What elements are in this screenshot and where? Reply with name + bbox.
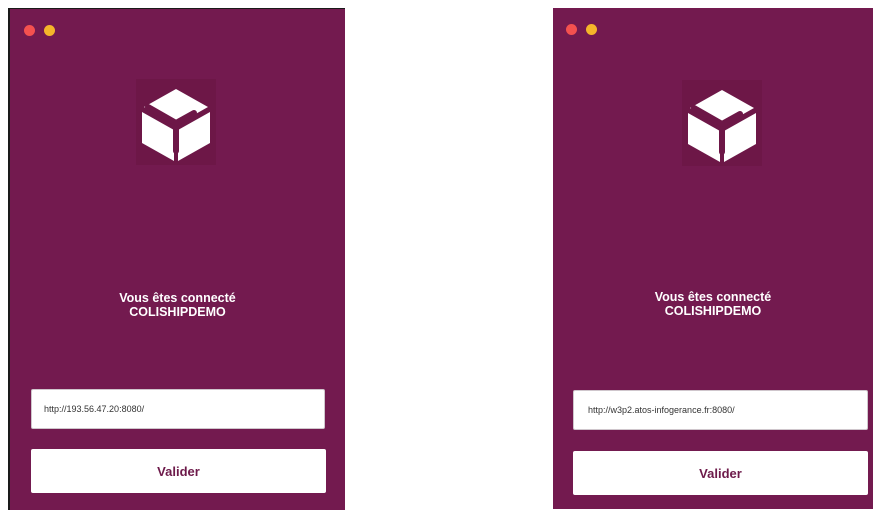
close-window-button[interactable] bbox=[24, 25, 35, 36]
minimize-window-button[interactable] bbox=[586, 24, 597, 35]
server-url-input[interactable] bbox=[573, 390, 868, 430]
status-account-name: COLISHIPDEMO bbox=[664, 304, 762, 318]
app-window-left: Vous êtes connecté COLISHIPDEMO Valider bbox=[8, 8, 345, 510]
close-window-button[interactable] bbox=[566, 24, 577, 35]
status-connected-label: Vous êtes connecté bbox=[119, 291, 236, 305]
valider-button[interactable]: Valider bbox=[31, 449, 326, 493]
status-connected-label: Vous êtes connecté bbox=[654, 290, 772, 304]
valider-button[interactable]: Valider bbox=[573, 451, 868, 495]
connection-status: Vous êtes connecté COLISHIPDEMO bbox=[10, 291, 345, 319]
minimize-window-button[interactable] bbox=[44, 25, 55, 36]
status-account-name: COLISHIPDEMO bbox=[129, 305, 226, 319]
package-box-icon bbox=[136, 79, 216, 165]
package-box-icon bbox=[682, 80, 762, 166]
app-window-right: Vous êtes connecté COLISHIPDEMO Valider bbox=[553, 8, 873, 509]
server-url-input[interactable] bbox=[31, 389, 325, 429]
connection-status: Vous êtes connecté COLISHIPDEMO bbox=[553, 290, 873, 318]
